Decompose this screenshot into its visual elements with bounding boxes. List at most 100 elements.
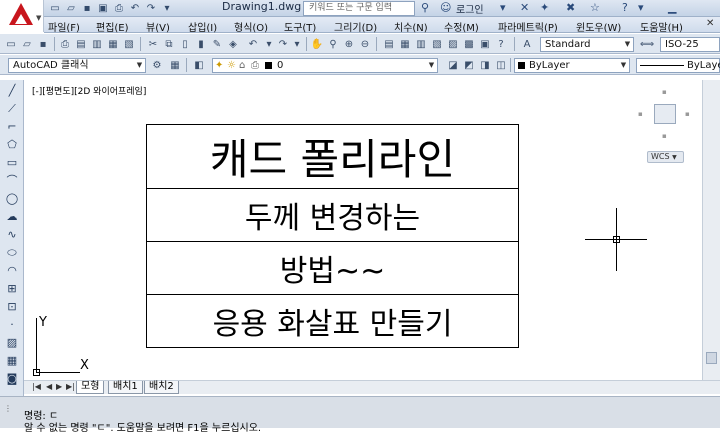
menu-modify[interactable]: 수정(M) <box>444 19 479 34</box>
3d-print-icon[interactable]: ▦ <box>106 37 120 51</box>
rectangle-icon[interactable]: ▭ <box>5 156 19 170</box>
viewport-controls[interactable]: [-][평면도][2D 와이어프레임] <box>32 84 146 97</box>
next-tab-icon[interactable]: ▶ <box>56 382 62 391</box>
cut-icon[interactable]: ✂ <box>146 37 160 51</box>
polygon-icon[interactable]: ⬠ <box>5 138 19 152</box>
more-quick-access-icon[interactable]: ▾ <box>160 1 174 15</box>
copy-icon[interactable]: ⧉ <box>162 37 176 51</box>
zoom-window-icon[interactable]: ⊕ <box>342 37 356 51</box>
tab-model[interactable]: 모형 <box>76 381 105 394</box>
arc-icon[interactable]: ⌒ <box>5 174 19 188</box>
etransmit-icon[interactable]: ▧ <box>122 37 136 51</box>
circle-icon[interactable]: ◯ <box>5 192 19 206</box>
redo-icon[interactable]: ↷ <box>144 1 158 15</box>
viewcube-north[interactable]: ▪ <box>662 88 667 96</box>
chevron-down-icon[interactable]: ▾ <box>638 1 644 14</box>
pan-hand-icon[interactable]: ✋ <box>310 37 324 51</box>
sheet-set-icon[interactable]: ▧ <box>430 37 444 51</box>
tab-layout1[interactable]: 배치1 <box>108 381 143 394</box>
layer-walk-icon[interactable]: ◫ <box>494 58 508 72</box>
plot-icon[interactable]: ⎙ <box>58 37 72 51</box>
tool-palettes-icon[interactable]: ▥ <box>414 37 428 51</box>
drawing-text-row-2[interactable]: 두께 변경하는 <box>147 189 518 242</box>
user-icon[interactable]: ☺ <box>440 1 451 14</box>
quickcalc-icon[interactable]: ▩ <box>462 37 476 51</box>
open-folder-icon[interactable]: ▱ <box>20 37 34 51</box>
save-icon[interactable]: ▪ <box>36 37 50 51</box>
drawing-text-row-1[interactable]: 캐드 폴리라인 <box>147 125 518 189</box>
workspace-toolbar-icon[interactable]: ▦ <box>168 58 182 72</box>
exchange-icon[interactable]: ✕ <box>520 1 529 14</box>
chevron-down-icon[interactable]: ▾ <box>500 1 506 14</box>
insert-block-icon[interactable]: ⊞ <box>5 282 19 296</box>
star-icon[interactable]: ✦ <box>540 1 549 14</box>
menu-view[interactable]: 뷰(V) <box>146 19 170 34</box>
dim-style-select[interactable]: ISO-25 <box>660 37 720 52</box>
login-button[interactable]: 로그인 <box>456 1 484 16</box>
spline-icon[interactable]: ∿ <box>5 228 19 242</box>
zoom-realtime-icon[interactable]: ⚲ <box>326 37 340 51</box>
viewcube-west[interactable]: ▪ <box>638 110 643 118</box>
tab-layout2[interactable]: 배치2 <box>144 381 179 394</box>
match-properties-icon[interactable]: ✎ <box>210 37 224 51</box>
menu-draw[interactable]: 그리기(D) <box>334 19 377 34</box>
binoculars-icon[interactable]: ⚲ <box>421 1 429 14</box>
undo-icon[interactable]: ↶ <box>128 1 142 15</box>
undo-icon[interactable]: ↶ <box>246 37 260 51</box>
make-current-layer-icon[interactable]: ◪ <box>446 58 460 72</box>
menu-window[interactable]: 윈도우(W) <box>576 19 621 34</box>
revision-cloud-icon[interactable]: ☁ <box>5 210 19 224</box>
workspace-settings-icon[interactable]: ⚙ <box>150 58 164 72</box>
star-icon[interactable]: ☆ <box>590 1 600 14</box>
construction-line-icon[interactable]: ⟋ <box>5 102 19 116</box>
design-center-icon[interactable]: ▦ <box>398 37 412 51</box>
menu-parametric[interactable]: 파라메트릭(P) <box>498 19 558 34</box>
point-icon[interactable]: · <box>5 318 19 332</box>
properties-icon[interactable]: ▤ <box>382 37 396 51</box>
workspace-select[interactable]: AutoCAD 클래식 ▼ <box>8 58 146 73</box>
paste-icon[interactable]: ▯ <box>178 37 192 51</box>
open-folder-icon[interactable]: ▱ <box>64 1 78 15</box>
command-grip-icon[interactable]: ⋮ <box>4 404 14 420</box>
search-input[interactable]: 키워드 또는 구문 입력 <box>303 1 415 16</box>
viewcube[interactable] <box>654 104 676 124</box>
save-as-icon[interactable]: ▣ <box>96 1 110 15</box>
drawing-text-row-4[interactable]: 응용 화살표 만들기 <box>147 295 518 347</box>
menu-file[interactable]: 파일(F) <box>48 19 80 34</box>
plot-preview-icon[interactable]: ▤ <box>74 37 88 51</box>
exchange-x-icon[interactable]: ✖ <box>566 1 575 14</box>
chevron-down-icon[interactable]: ▾ <box>262 37 276 51</box>
redo-icon[interactable]: ↷ <box>276 37 290 51</box>
save-icon[interactable]: ▪ <box>80 1 94 15</box>
prev-tab-icon[interactable]: ◀ <box>46 382 52 391</box>
layer-select[interactable]: ✦ ☼ ⌂ ⎙ 0 ▼ <box>212 58 438 73</box>
minimize-icon[interactable]: ▁ <box>668 1 676 14</box>
polyline-icon[interactable]: ⌐ <box>5 120 19 134</box>
menu-help[interactable]: 도움말(H) <box>640 19 683 34</box>
layer-previous-icon[interactable]: ◩ <box>462 58 476 72</box>
text-style-select[interactable]: Standard ▼ <box>540 37 634 52</box>
menu-tools[interactable]: 도구(T) <box>284 19 316 34</box>
gradient-icon[interactable]: ▦ <box>5 354 19 368</box>
last-tab-icon[interactable]: ▶| <box>66 382 75 391</box>
first-tab-icon[interactable]: |◀ <box>32 382 41 391</box>
color-select[interactable]: ByLayer ▼ <box>514 58 630 73</box>
hatch-icon[interactable]: ▨ <box>5 336 19 350</box>
menu-insert[interactable]: 삽입(I) <box>188 19 217 34</box>
wcs-menu[interactable]: WCS ▼ <box>647 151 684 163</box>
close-icon[interactable]: ✕ <box>706 18 718 31</box>
paste-special-icon[interactable]: ▮ <box>194 37 208 51</box>
linetype-select[interactable]: ByLaye <box>636 58 720 73</box>
calculator-icon[interactable]: ▣ <box>478 37 492 51</box>
menu-format[interactable]: 형식(O) <box>234 19 268 34</box>
ellipse-arc-icon[interactable]: ◠ <box>5 264 19 278</box>
markup-icon[interactable]: ▨ <box>446 37 460 51</box>
print-icon[interactable]: ⎙ <box>112 1 126 15</box>
chevron-down-icon[interactable]: ▾ <box>290 37 304 51</box>
new-file-icon[interactable]: ▭ <box>48 1 62 15</box>
scrollbar-thumb[interactable] <box>706 352 717 364</box>
help-button[interactable]: ? <box>622 1 628 14</box>
line-icon[interactable]: ╱ <box>5 84 19 98</box>
menu-dimension[interactable]: 치수(N) <box>394 19 428 34</box>
make-block-icon[interactable]: ⊡ <box>5 300 19 314</box>
